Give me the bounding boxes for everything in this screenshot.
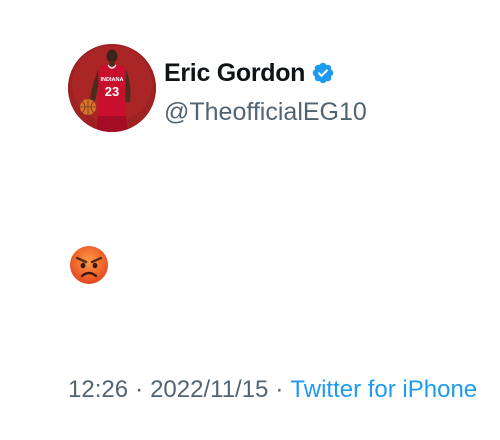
tweet-meta: 12:26 · 2022/11/15 · Twitter for iPhone	[68, 376, 477, 404]
angry-face-emoji	[68, 244, 110, 286]
jersey-text: INDIANA	[101, 77, 124, 83]
author-name-row: Eric Gordon	[164, 57, 335, 89]
tweet-time[interactable]: 12:26	[68, 376, 128, 404]
tweet-source-link[interactable]: Twitter for iPhone	[290, 376, 477, 404]
jersey-number: 23	[105, 84, 119, 99]
avatar-photo: INDIANA 23	[68, 44, 156, 132]
author-handle[interactable]: @TheofficialEG10	[164, 98, 367, 127]
author-display-name[interactable]: Eric Gordon	[164, 59, 305, 88]
verified-badge-icon	[311, 61, 335, 85]
meta-separator: ·	[275, 376, 284, 403]
avatar[interactable]: INDIANA 23	[68, 44, 156, 132]
meta-separator: ·	[135, 376, 144, 403]
tweet-card: INDIANA 23 Eric Gordon @TheofficialEG10	[0, 0, 500, 440]
tweet-date[interactable]: 2022/11/15	[150, 376, 268, 404]
